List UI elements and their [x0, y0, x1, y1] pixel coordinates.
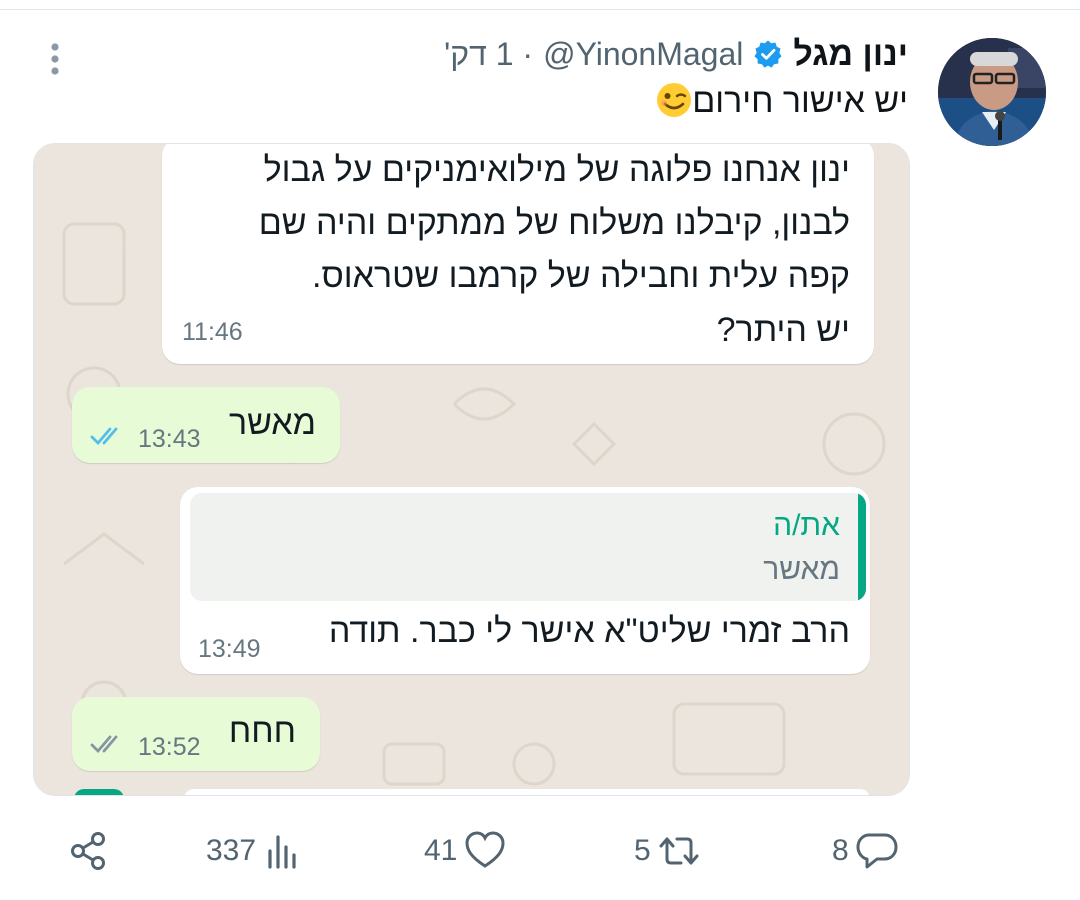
retweets-count: 5: [634, 834, 651, 867]
read-receipt-icon: [90, 427, 118, 446]
reply-button[interactable]: 8: [832, 826, 899, 876]
message-time: 13:43: [138, 425, 201, 453]
delivered-ticks-icon: [90, 735, 118, 754]
views-count: 337: [206, 834, 257, 867]
author-handle[interactable]: @YinonMagal: [543, 36, 743, 73]
message-text: מאשר: [228, 404, 316, 442]
quoted-text: מאשר: [763, 553, 840, 586]
message-bubble-outgoing: חחח 13:52: [72, 697, 320, 771]
likes-count: 41: [424, 834, 458, 867]
message-time: 13:49: [198, 635, 261, 663]
tweet-text-content: יש אישור חירום: [692, 82, 908, 120]
verified-badge-icon: [754, 40, 782, 68]
reply-bubble-icon: [856, 833, 898, 869]
tweet-timestamp[interactable]: · 1 דק': [444, 36, 533, 73]
message-line: לבנון, קיבלנו משלוח של ממתקים והיה שם: [258, 204, 850, 242]
message-text: חחח: [228, 712, 296, 750]
quoted-message[interactable]: את/ה מאשר: [190, 493, 866, 601]
views-button[interactable]: 337: [206, 826, 306, 876]
top-divider: [0, 9, 1080, 10]
message-text: הרב זמרי שליט"א אישר לי כבר. תודה: [328, 612, 850, 650]
quoted-author: את/ה: [773, 509, 840, 542]
message-bubble-incoming: ינון אנחנו פלוגה של מילואימניקים על גבול…: [162, 144, 874, 364]
share-button[interactable]: [66, 826, 110, 876]
message-bubble-incoming-reply: את/ה מאשר הרב זמרי שליט"א אישר לי כבר. ת…: [180, 487, 870, 674]
winking-face-emoji-icon: [657, 83, 692, 117]
retweet-icon: [659, 837, 699, 865]
message-time: 11:46: [182, 318, 243, 346]
message-bubble-outgoing: מאשר 13:43: [72, 387, 340, 463]
message-line: קפה עלית וחבילה של קרמבו שטראוס.: [312, 257, 850, 295]
views-bar-chart-icon: [268, 835, 296, 869]
retweet-button[interactable]: 5: [634, 826, 701, 876]
partial-next-message: [184, 789, 870, 795]
share-icon: [71, 832, 105, 870]
partial-next-message-green: [74, 789, 124, 795]
more-options-icon[interactable]: [40, 40, 70, 80]
message-time: 13:52: [138, 733, 201, 761]
avatar[interactable]: [938, 38, 1046, 146]
attached-image-chat-screenshot[interactable]: ינון אנחנו פלוגה של מילואימניקים על גבול…: [33, 143, 910, 796]
replies-count: 8: [832, 834, 849, 867]
heart-icon: [465, 831, 505, 868]
tweet-text: יש אישור חירום: [652, 82, 908, 121]
quote-accent-bar: [858, 493, 866, 601]
like-button[interactable]: 41: [424, 826, 507, 876]
tweet-header: ינון מגל @YinonMagal · 1 דק': [444, 34, 908, 74]
author-name[interactable]: ינון מגל: [793, 35, 908, 74]
message-line: ינון אנחנו פלוגה של מילואימניקים על גבול: [263, 151, 850, 189]
message-line: יש היתר?: [716, 311, 850, 349]
